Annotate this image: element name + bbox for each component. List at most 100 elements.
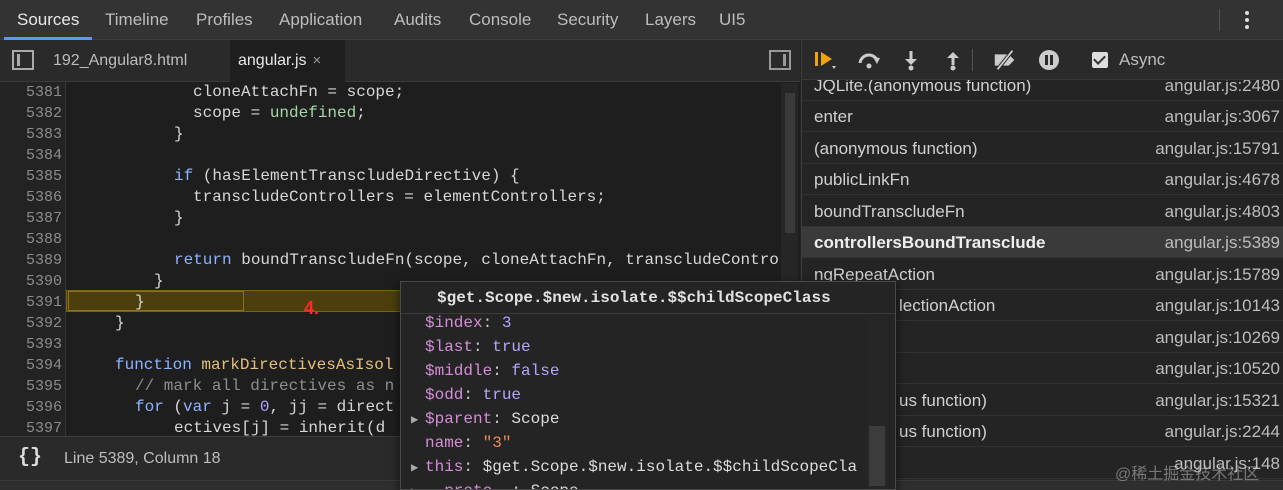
code-keyword: if [174,167,194,185]
frame-name: us function) [899,391,987,410]
divider [972,49,973,71]
code-keyword: for [135,398,164,416]
code-token: (hasElementTranscludeDirective) { [193,167,520,185]
code-token: boundTranscludeFn(scope, cloneAttachFn, … [231,251,789,269]
line-number[interactable]: 5396 [0,397,62,418]
scrollbar-thumb[interactable] [785,93,795,233]
tab-console[interactable]: Console [469,0,531,40]
line-number[interactable]: 5381 [0,82,62,103]
line-number[interactable]: 5382 [0,103,62,124]
close-icon[interactable]: × [313,52,322,69]
scrollbar-thumb[interactable] [869,426,885,486]
property-row-expandable[interactable]: ▶__proto__: Scope [411,479,579,489]
property-row-expandable[interactable]: ▶ $parent: Scope [411,407,559,431]
property-value: "3" [482,434,512,452]
line-number[interactable]: 5388 [0,229,62,250]
resume-icon[interactable] [812,48,838,72]
frame-location[interactable]: angular.js:4803 [1165,202,1280,222]
watermark: @稀土掘金技术社区 [1115,466,1260,483]
frame-location[interactable]: angular.js:15791 [1155,139,1280,159]
step-out-icon[interactable] [940,48,966,72]
line-number[interactable]: 5386 [0,187,62,208]
line-number[interactable]: 5397 [0,418,62,436]
line-number[interactable]: 5392 [0,313,62,334]
line-number[interactable]: 5390 [0,271,62,292]
code-token: ; [356,104,366,122]
tab-security[interactable]: Security [557,0,618,40]
frame-location[interactable]: angular.js:3067 [1165,107,1280,127]
annotation-label: 4. [304,298,320,318]
tab-timeline[interactable]: Timeline [105,0,169,40]
tab-layers[interactable]: Layers [645,0,696,40]
execution-token-highlight [68,291,244,311]
file-tab-html[interactable]: 192_Angular8.html [53,40,187,82]
frame-location[interactable]: angular.js:15321 [1155,391,1280,411]
deactivate-breakpoints-icon[interactable] [992,48,1018,72]
property-row: $index: 3 [425,314,512,332]
frame-location[interactable]: angular.js:15789 [1155,265,1280,285]
code-line: } [154,272,164,290]
pause-on-exceptions-icon[interactable] [1036,48,1062,72]
code-number: 0 [259,398,270,416]
line-number[interactable]: 5387 [0,208,62,229]
property-value: true [492,338,531,356]
frame-location[interactable]: angular.js:2244 [1165,422,1280,442]
call-frame[interactable]: (anonymous function) angular.js:15791 [802,133,1283,164]
step-over-icon[interactable] [856,48,882,72]
file-tabbar: 192_Angular8.html angular.js × [0,40,800,82]
file-tab-label: angular.js [238,52,307,69]
tab-sources[interactable]: Sources [17,0,79,40]
line-number[interactable]: 5384 [0,145,62,166]
line-number[interactable]: 5393 [0,334,62,355]
code-line: return boundTranscludeFn(scope, cloneAtt… [174,250,789,271]
frame-location[interactable]: angular.js:5389 [1165,233,1280,253]
step-into-icon[interactable] [898,48,924,72]
frame-name: controllersBoundTransclude [814,233,1046,252]
frame-name: publicLinkFn [814,170,910,189]
frame-name: enter [814,107,853,126]
code-keyword: return [174,251,232,269]
expand-triangle-icon[interactable]: ▶ [411,456,425,480]
popover-scrollbar[interactable] [867,316,887,489]
line-number[interactable]: 5383 [0,124,62,145]
line-number[interactable]: 5394 [0,355,62,376]
property-row: $middle: false [425,362,560,380]
frame-location[interactable]: angular.js:10520 [1155,359,1280,379]
file-tab-angular[interactable]: angular.js × [230,40,345,82]
line-number[interactable]: 5385 [0,166,62,187]
property-row: $odd: true [425,386,522,404]
tab-audits[interactable]: Audits [394,0,441,40]
expand-triangle-icon[interactable]: ▶ [411,408,425,432]
braces-icon[interactable]: {} [18,446,42,469]
frame-location[interactable]: angular.js:10269 [1155,328,1280,348]
call-frame[interactable]: enter angular.js:3067 [802,101,1283,132]
code-token: undefined [269,104,357,122]
async-checkbox[interactable] [1092,52,1108,68]
frame-location[interactable]: angular.js:10143 [1155,296,1280,316]
more-vertical-icon[interactable] [1238,9,1256,31]
debugger-toolbar: Async [802,40,1283,80]
property-row-expandable[interactable]: ▶ this: $get.Scope.$new.isolate.$$childSc… [411,455,857,479]
frame-name: (anonymous function) [814,139,978,158]
cursor-position: Line 5389, Column 18 [64,450,221,467]
call-frame[interactable]: boundTranscludeFn angular.js:4803 [802,196,1283,227]
tab-profiles[interactable]: Profiles [196,0,253,40]
call-frame-selected[interactable]: controllersBoundTransclude angular.js:538… [802,227,1283,258]
line-number[interactable]: 5391 [0,292,62,313]
toggle-navigator-icon[interactable] [12,50,34,70]
expand-triangle-icon[interactable]: ▶ [411,480,425,489]
property-key: $last [425,338,474,356]
line-number[interactable]: 5389 [0,250,62,271]
code-line: ectives[j] = inherit(d [174,419,386,436]
call-frame[interactable]: publicLinkFn angular.js:4678 [802,164,1283,195]
code-line: transcludeControllers = elementControlle… [193,188,606,206]
tab-ui5[interactable]: UI5 [719,0,745,40]
property-value: Scope [511,410,560,428]
toggle-debugger-icon[interactable] [769,50,791,70]
code-keyword: function [115,356,192,374]
tab-application[interactable]: Application [279,0,362,40]
line-number[interactable]: 5395 [0,376,62,397]
property-key: $index [425,314,483,332]
async-label: Async [1119,50,1166,69]
frame-location[interactable]: angular.js:4678 [1165,170,1280,190]
